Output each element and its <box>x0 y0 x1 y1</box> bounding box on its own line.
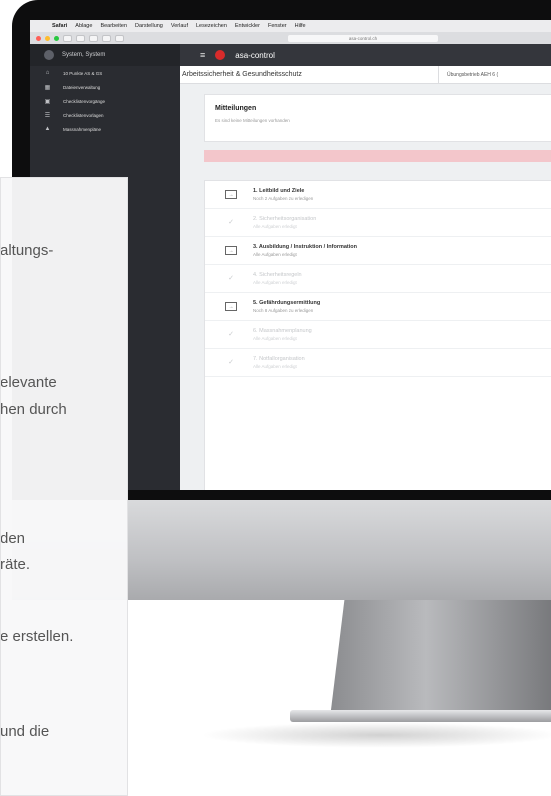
task-title: 7. Notfallorganisation <box>253 356 305 362</box>
menu-icon[interactable]: ≡ <box>200 50 205 60</box>
sidebar-item-massnahmenplaene[interactable]: ▲ Massnahmenpläne <box>30 122 180 136</box>
task-title: 2. Sicherheitsorganisation <box>253 216 317 222</box>
brand-name: asa-control <box>235 50 275 60</box>
scene: Safari Ablage Bearbeiten Darstellung Ver… <box>0 0 551 796</box>
open-task-icon: → <box>225 246 237 255</box>
menu-item[interactable]: Entwickler <box>235 23 260 29</box>
sidebar-item-label: Checklistenvorgänge <box>63 98 106 104</box>
open-task-icon: → <box>225 302 237 311</box>
sidebar-toggle-button[interactable] <box>89 34 98 42</box>
task-title: 6. Massnahmenplanung <box>253 328 312 334</box>
sidebar-item-label: Dateienverwaltung <box>63 84 101 90</box>
avatar <box>44 50 54 60</box>
zoom-window-button[interactable] <box>54 35 59 41</box>
sidebar-item-dateienverwaltung[interactable]: ▦ Dateienverwaltung <box>30 80 180 94</box>
messages-title: Mitteilungen <box>215 105 257 112</box>
company-selector[interactable]: Übungsbetrieb AEH 6 ( <box>438 66 551 84</box>
checkmark-icon: ✓ <box>228 219 234 226</box>
sidebar-item-label: 10 Punkte AS & GS <box>63 70 103 76</box>
list-icon: ☰ <box>44 112 51 119</box>
monitor-shadow <box>200 722 551 748</box>
alert-bar <box>204 150 551 162</box>
overlay-text: den <box>0 530 26 547</box>
menu-item[interactable]: Verlauf <box>171 23 188 29</box>
clipboard-icon: ▣ <box>44 98 51 105</box>
user-profile[interactable]: System, System <box>30 44 180 66</box>
task-status: Noch 2 Aufgaben zu erledigen <box>253 196 314 201</box>
checkmark-icon: ✓ <box>228 359 234 366</box>
checkmark-icon: ✓ <box>228 275 234 282</box>
tabs-button[interactable] <box>115 34 124 42</box>
overlay-text: e erstellen. <box>0 628 74 645</box>
messages-card: Mitteilungen Es sind keine Mitteilungen … <box>204 94 551 142</box>
task-item[interactable]: → 3. Ausbildung / Instruktion / Informat… <box>205 237 551 265</box>
sidebar-item-checklistenvorlagen[interactable]: ☰ Checklistenvorlagen <box>30 108 180 122</box>
overlay-text: und die <box>0 723 50 740</box>
task-item[interactable]: → 5. Gefährdungsermittlung Noch 8 Aufgabe… <box>205 293 551 321</box>
overlay-text: hen durch <box>0 401 67 418</box>
task-status: Alle Aufgaben erledigt <box>253 252 297 257</box>
task-status: Noch 8 Aufgaben zu erledigen <box>253 308 314 313</box>
task-item[interactable]: ✓ 4. Sicherheitsregeln Alle Aufgaben erle… <box>205 265 551 293</box>
menu-item[interactable]: Fenster <box>268 23 287 29</box>
back-button[interactable] <box>63 34 72 42</box>
sidebar-item-label: Massnahmenpläne <box>63 126 102 132</box>
monitor-stand-base <box>290 710 551 722</box>
address-bar[interactable]: asa-control.ch <box>288 34 438 42</box>
task-item[interactable]: ✓ 6. Massnahmenplanung Alle Aufgaben erle… <box>205 321 551 349</box>
table-icon: ▦ <box>44 84 51 91</box>
warning-icon: ▲ <box>44 126 51 132</box>
task-status: Alle Aufgaben erledigt <box>253 336 297 341</box>
messages-empty-text: Es sind keine Mitteilungen vorhanden <box>215 118 290 123</box>
task-list: → 1. Leitbild und Ziele Noch 2 Aufgaben z… <box>204 180 551 490</box>
menu-item[interactable]: Ablage <box>75 23 92 29</box>
overlay-text: altungs- <box>0 242 54 259</box>
app-header: ≡ asa-control <box>180 44 551 66</box>
share-button[interactable] <box>102 34 111 42</box>
mac-menubar: Safari Ablage Bearbeiten Darstellung Ver… <box>30 20 551 32</box>
close-window-button[interactable] <box>36 35 41 41</box>
browser-toolbar: asa-control.ch <box>30 32 551 44</box>
menu-item[interactable]: Hilfe <box>295 23 306 29</box>
minimize-window-button[interactable] <box>45 35 50 41</box>
task-status: Alle Aufgaben erledigt <box>253 280 297 285</box>
task-status: Alle Aufgaben erledigt <box>253 224 297 229</box>
menu-item[interactable]: Lesezeichen <box>196 23 227 29</box>
overlay-text: elevante <box>0 374 57 391</box>
menu-item[interactable]: Bearbeiten <box>100 23 127 29</box>
breadcrumb: Arbeitssicherheit & Gesundheitsschutz Üb… <box>180 66 551 84</box>
overlay-text: räte. <box>0 556 31 573</box>
task-title: 4. Sicherheitsregeln <box>253 272 302 278</box>
text-overlay-panel: altungs- elevante hen durch den räte. e … <box>0 177 128 796</box>
sidebar-item-checklistenvorgaenge[interactable]: ▣ Checklistenvorgänge <box>30 94 180 108</box>
home-icon: ⌂ <box>45 70 50 76</box>
task-item[interactable]: ✓ 7. Notfallorganisation Alle Aufgaben er… <box>205 349 551 377</box>
menu-item[interactable]: Darstellung <box>135 23 163 29</box>
task-title: 3. Ausbildung / Instruktion / Informatio… <box>253 244 357 250</box>
sidebar-item-label: Checklistenvorlagen <box>63 112 104 118</box>
task-item[interactable]: ✓ 2. Sicherheitsorganisation Alle Aufgabe… <box>205 209 551 237</box>
logo-icon <box>215 50 226 60</box>
task-item[interactable]: → 1. Leitbild und Ziele Noch 2 Aufgaben z… <box>205 181 551 209</box>
task-status: Alle Aufgaben erledigt <box>253 364 297 369</box>
sidebar-item-10-punkte[interactable]: ⌂ 10 Punkte AS & GS <box>30 66 180 80</box>
menu-app-name[interactable]: Safari <box>52 23 67 29</box>
checkmark-icon: ✓ <box>228 331 234 338</box>
forward-button[interactable] <box>76 34 85 42</box>
main-content: Mitteilungen Es sind keine Mitteilungen … <box>180 84 551 490</box>
page-title: Arbeitssicherheit & Gesundheitsschutz <box>182 71 302 78</box>
open-task-icon: → <box>225 190 237 199</box>
monitor-stand <box>330 600 551 718</box>
task-title: 5. Gefährdungsermittlung <box>253 300 321 306</box>
user-name: System, System <box>62 52 106 58</box>
task-title: 1. Leitbild und Ziele <box>253 188 305 194</box>
